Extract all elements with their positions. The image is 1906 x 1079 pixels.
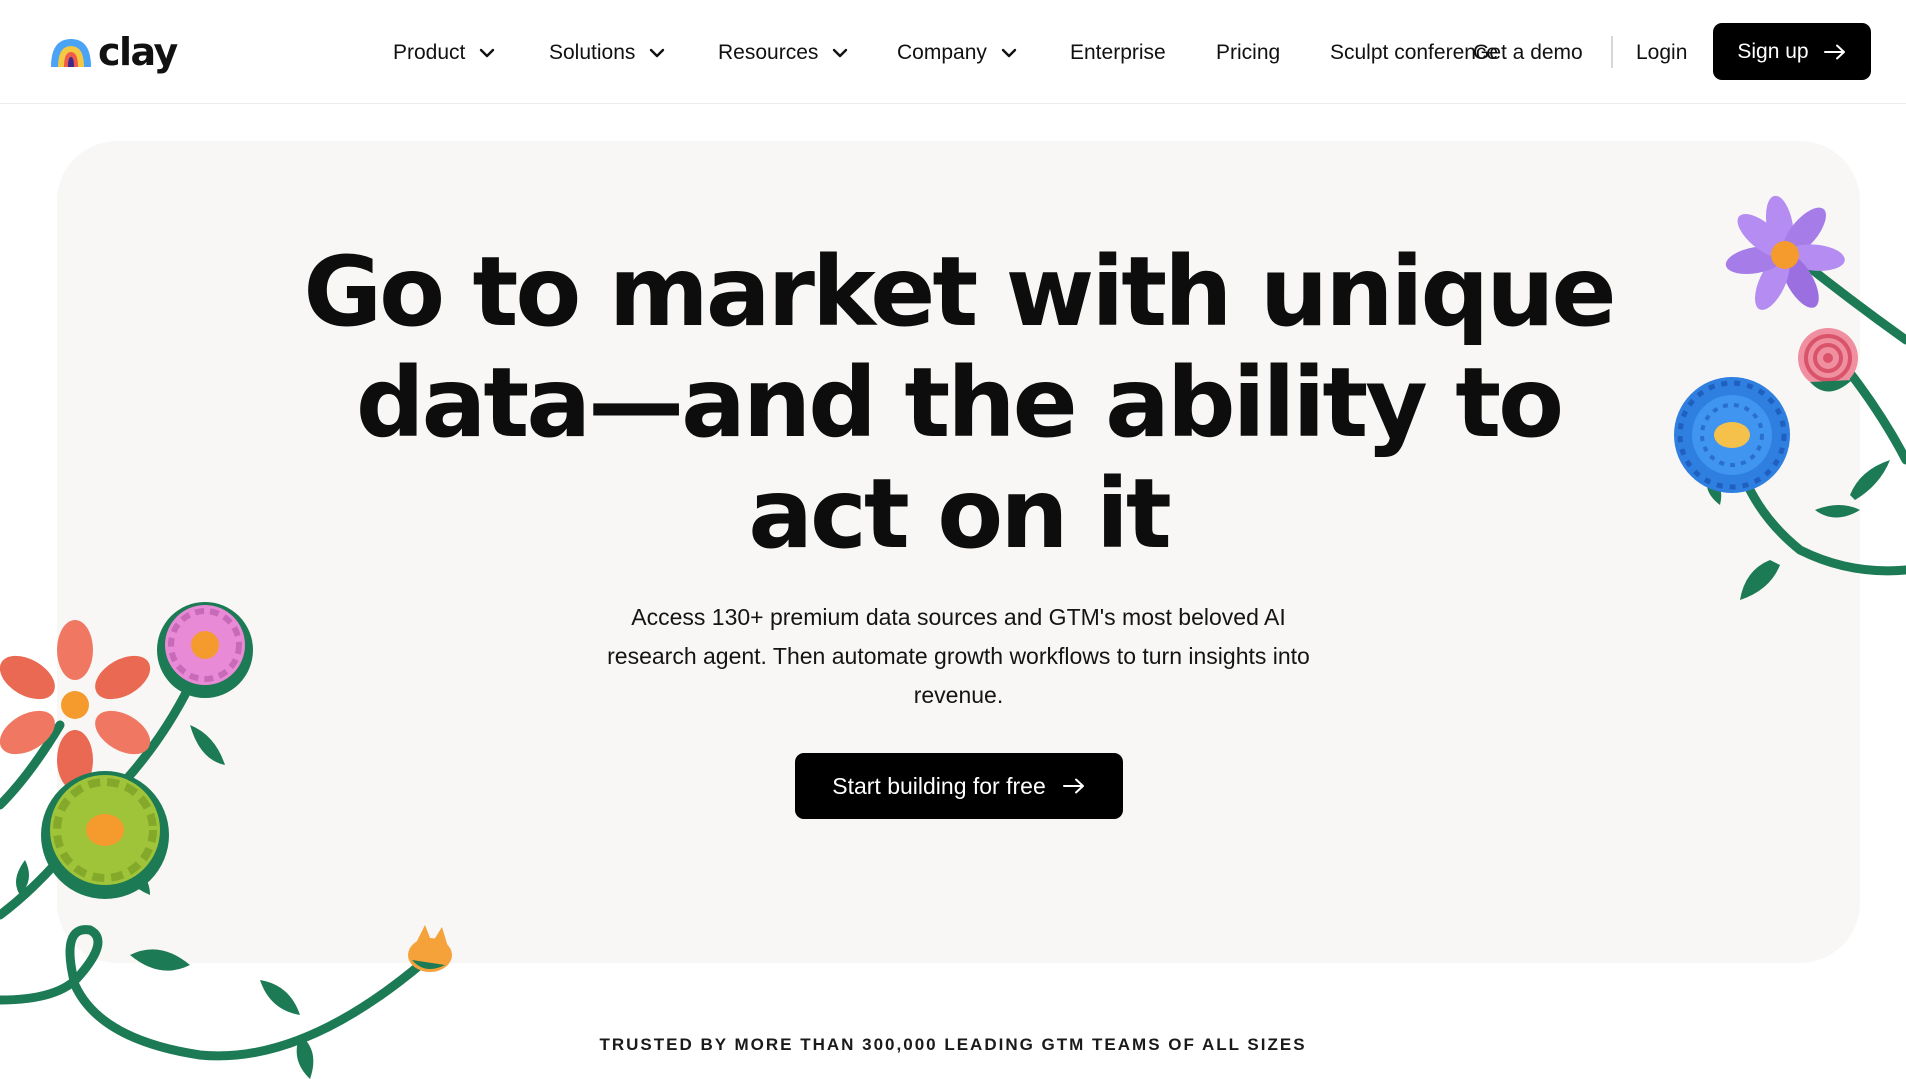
rainbow-logo-icon	[51, 39, 91, 67]
chevron-down-icon	[1001, 48, 1017, 58]
hero-title-line: data—and the ability to	[355, 347, 1564, 459]
site-header: clay Product Solutions Resources Company…	[0, 0, 1906, 104]
clay-logo[interactable]: clay	[48, 30, 178, 74]
nav-enterprise[interactable]: Enterprise	[1070, 34, 1166, 72]
hero-title-line: Go to market with unique	[303, 236, 1616, 348]
nav-product-label: Product	[393, 41, 466, 64]
hero-subtitle-line: Access 130+ premium data sources and GTM…	[631, 604, 1286, 630]
nav-divider	[1611, 36, 1613, 68]
hero-subtitle-line: research agent. Then automate growth wor…	[607, 643, 1310, 669]
hero-title-line: act on it	[748, 458, 1172, 570]
nav-company-label: Company	[897, 41, 987, 64]
hero-title: Go to market with unique data—and the ab…	[57, 237, 1860, 570]
hero-subtitle-line: revenue.	[913, 682, 1004, 708]
arrow-right-icon	[1823, 44, 1845, 59]
nav-solutions[interactable]: Solutions	[549, 34, 665, 72]
chevron-down-icon	[480, 48, 495, 58]
start-building-button[interactable]: Start building for free	[795, 753, 1123, 819]
trusted-by-text: TRUSTED BY MORE THAN 300,000 LEADING GTM…	[599, 1035, 1307, 1054]
nav-get-a-demo-label: Get a demo	[1473, 41, 1583, 64]
nav-get-a-demo[interactable]: Get a demo	[1473, 34, 1583, 72]
chevron-down-icon	[650, 48, 665, 58]
brand-name: clay	[98, 30, 178, 74]
pink-daisy-icon	[157, 602, 253, 698]
nav-resources-label: Resources	[718, 41, 819, 64]
nav-enterprise-label: Enterprise	[1070, 41, 1166, 64]
arrow-right-icon	[1062, 778, 1084, 794]
chevron-down-icon	[833, 48, 848, 58]
nav-pricing-label: Pricing	[1216, 41, 1281, 64]
nav-solutions-label: Solutions	[549, 41, 636, 64]
start-building-label: Start building for free	[832, 772, 1046, 799]
green-daisy-icon	[41, 771, 169, 899]
purple-flower-icon	[1725, 195, 1845, 310]
nav-pricing[interactable]: Pricing	[1216, 34, 1280, 72]
login-link[interactable]: Login	[1636, 34, 1687, 72]
nav-resources[interactable]: Resources	[718, 34, 848, 72]
blue-daisy-icon	[1674, 377, 1790, 493]
nav-company[interactable]: Company	[897, 34, 1017, 72]
signup-button[interactable]: Sign up	[1713, 23, 1871, 80]
nav-product[interactable]: Product	[393, 34, 495, 72]
hero-subtitle: Access 130+ premium data sources and GTM…	[557, 598, 1360, 715]
right-flowers-illustration	[1674, 195, 1906, 600]
pink-rose-icon	[1798, 328, 1858, 392]
left-flowers-illustration	[0, 602, 452, 1079]
signup-label: Sign up	[1737, 39, 1809, 63]
orange-bud-icon	[408, 925, 452, 972]
